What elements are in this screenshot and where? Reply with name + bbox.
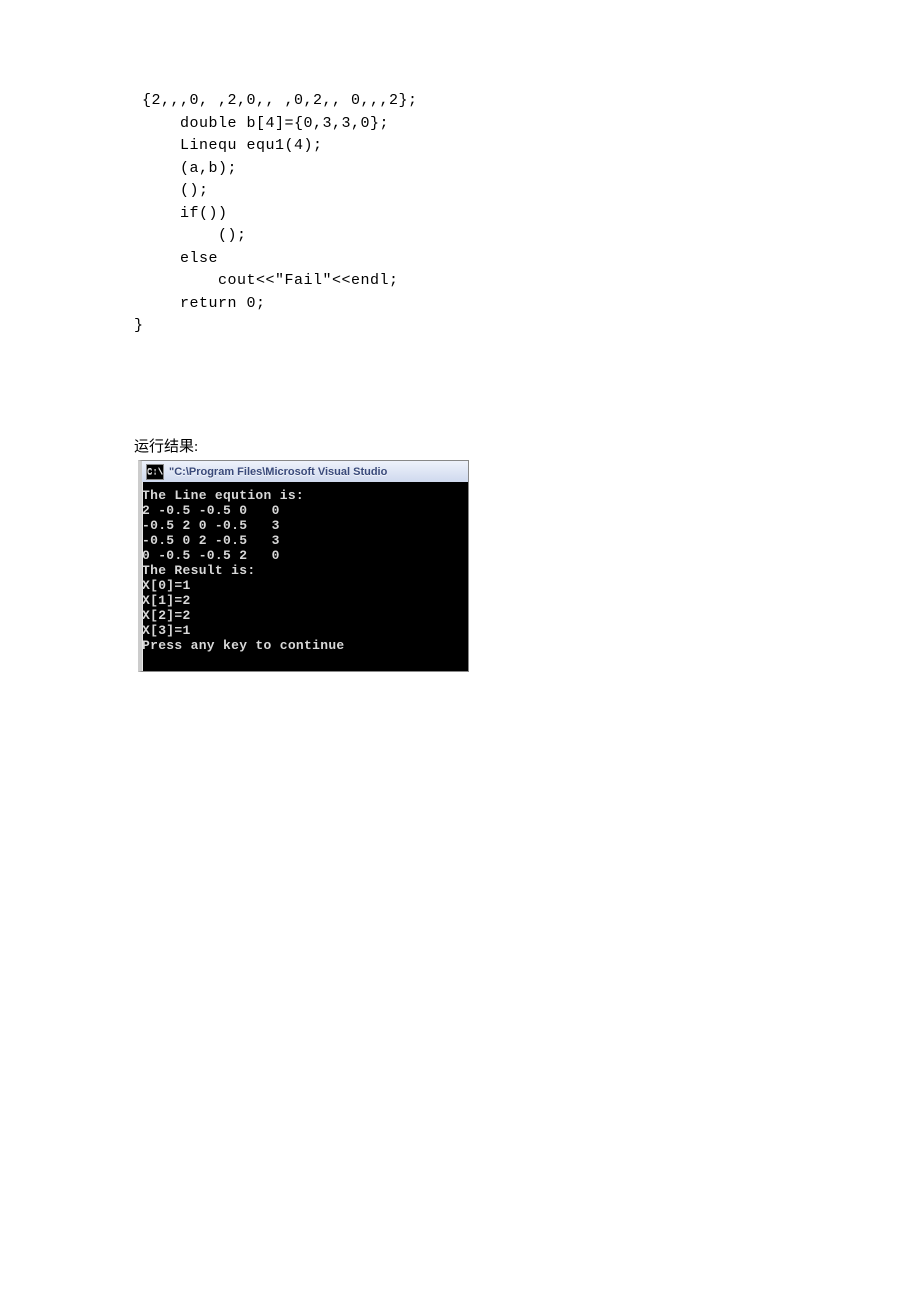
console-window: C:\ "C:\Program Files\Microsoft Visual S… xyxy=(138,460,469,672)
cmd-icon: C:\ xyxy=(146,464,164,480)
document-page: {2,,,0, ,2,0,, ,0,2,, 0,,,2}; double b[4… xyxy=(0,0,920,1302)
console-titlebar: C:\ "C:\Program Files\Microsoft Visual S… xyxy=(142,461,468,482)
result-label: 运行结果: xyxy=(0,436,920,459)
console-output: The Line eqution is: 2 -0.5 -0.5 0 0 -0.… xyxy=(142,482,468,671)
code-block: {2,,,0, ,2,0,, ,0,2,, 0,,,2}; double b[4… xyxy=(0,90,920,315)
console-title: "C:\Program Files\Microsoft Visual Studi… xyxy=(169,466,387,478)
closing-brace: } xyxy=(0,315,920,338)
